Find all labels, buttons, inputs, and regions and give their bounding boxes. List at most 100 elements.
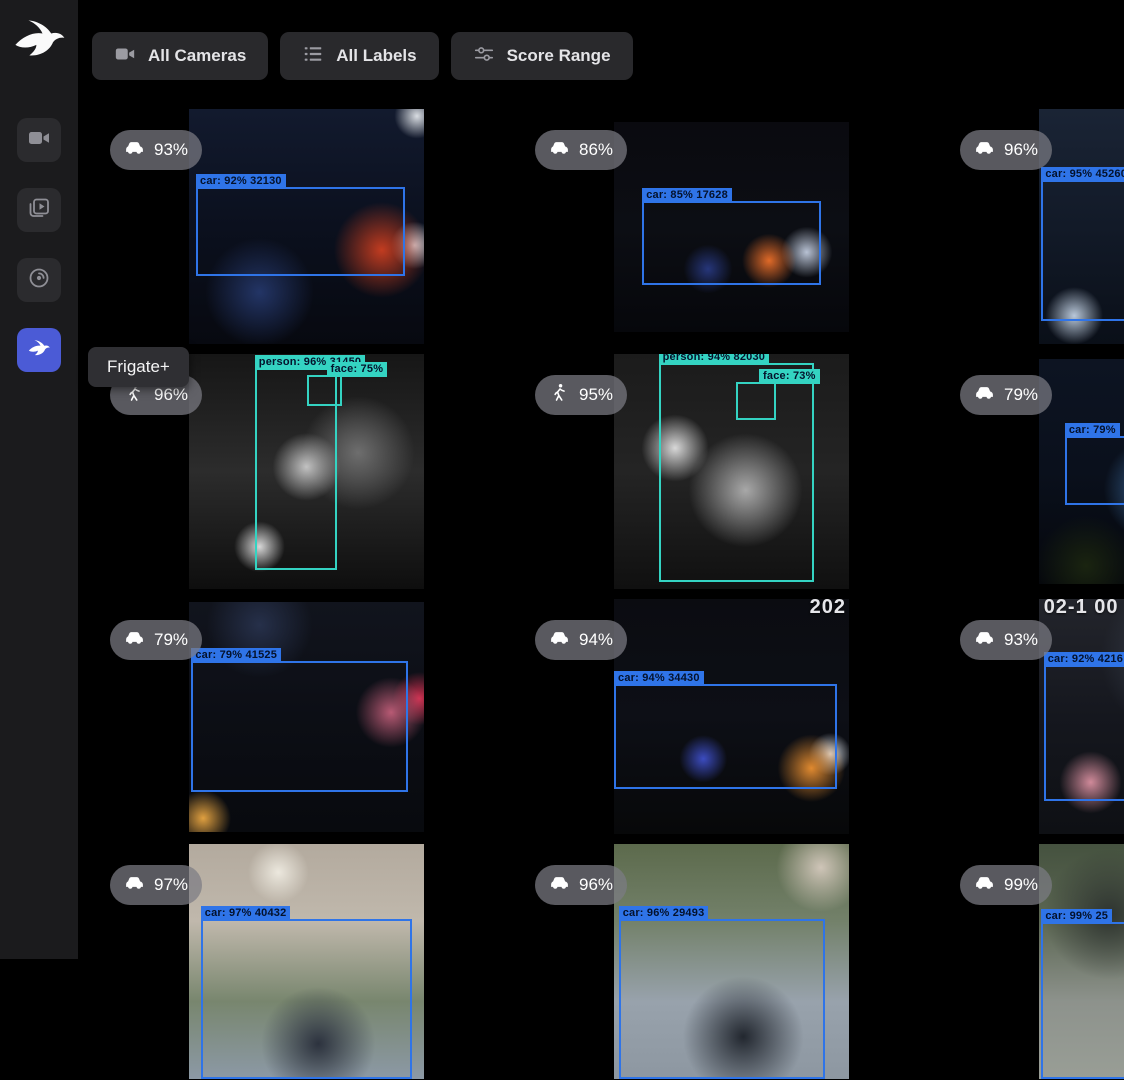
car-icon	[549, 137, 570, 163]
score-badge: 93%	[960, 620, 1052, 660]
detection-thumbnail[interactable]: car: 92% 32130	[189, 109, 424, 344]
car-icon	[974, 137, 995, 163]
score-value: 96%	[154, 385, 188, 405]
detection-card[interactable]: 96% car: 96% 29493	[523, 843, 940, 1080]
bounding-box: car: 95% 45260	[1041, 180, 1124, 321]
sidebar-nav	[17, 118, 61, 372]
detection-thumbnail[interactable]: car: 94% 34430202	[614, 599, 849, 834]
detection-card[interactable]: 97% car: 97% 40432	[98, 843, 515, 1080]
score-range-filter-button[interactable]: Score Range	[451, 32, 633, 80]
person-walking-icon	[549, 382, 570, 408]
bounding-box: car: 96% 29493	[619, 919, 826, 1079]
detection-card[interactable]: 79% car: 79% 41525	[98, 598, 515, 835]
score-badge: 94%	[535, 620, 627, 660]
camera-video-icon	[114, 43, 136, 70]
bounding-box: car: 85% 17628	[642, 201, 821, 285]
bounding-box: face: 75%	[307, 375, 342, 406]
score-badge: 96%	[535, 865, 627, 905]
timestamp-fragment: 02-1 00	[1044, 599, 1119, 619]
score-value: 93%	[1004, 630, 1038, 650]
detection-card[interactable]: 95% person: 94% 82030 face: 73%	[523, 353, 940, 590]
detection-card[interactable]: 96% car: 95% 45260	[948, 108, 1124, 345]
detection-card[interactable]: 94% car: 94% 34430202	[523, 598, 940, 835]
bounding-box: car: 94% 34430	[614, 684, 837, 790]
filter-bar: All Cameras All Labels Score Range	[92, 32, 633, 80]
box-label: car: 85% 17628	[642, 188, 732, 203]
detection-thumbnail[interactable]: car: 79% 41525	[189, 602, 424, 832]
score-badge: 99%	[960, 865, 1052, 905]
sidebar-item-live[interactable]	[17, 118, 61, 162]
score-value: 79%	[154, 630, 188, 650]
box-label: car: 96% 29493	[619, 906, 709, 921]
bounding-box: face: 73%	[736, 382, 776, 420]
all-cameras-filter-button[interactable]: All Cameras	[92, 32, 268, 80]
detection-card[interactable]: 93% car: 92% 4216 02-1 00	[948, 598, 1124, 835]
explore-icon	[27, 266, 51, 295]
detection-thumbnail[interactable]: car: 96% 29493	[614, 844, 849, 1079]
bounding-box: car: 79%	[1065, 436, 1124, 506]
detection-thumbnail[interactable]: car: 92% 4216 02-1 00	[1039, 599, 1124, 834]
car-icon	[974, 382, 995, 408]
box-label: car: 99% 25	[1041, 909, 1112, 924]
car-icon	[549, 872, 570, 898]
all-cameras-label: All Cameras	[148, 46, 246, 66]
bounding-box: car: 79% 41525	[191, 661, 407, 792]
all-labels-filter-button[interactable]: All Labels	[280, 32, 438, 80]
box-label: car: 79%	[1065, 423, 1120, 438]
car-icon	[124, 627, 145, 653]
score-value: 93%	[154, 140, 188, 160]
box-label: car: 94% 34430	[614, 671, 704, 686]
bounding-box: car: 99% 25	[1041, 922, 1124, 1079]
box-label: car: 92% 4216	[1044, 652, 1124, 667]
score-badge: 79%	[960, 375, 1052, 415]
detection-card[interactable]: 86% car: 85% 17628	[523, 108, 940, 345]
box-label: face: 75%	[327, 362, 388, 377]
score-badge: 93%	[110, 130, 202, 170]
box-label: person: 94% 82030	[659, 354, 769, 365]
detection-card[interactable]: 99% car: 99% 25	[948, 843, 1124, 1080]
detection-thumbnail[interactable]: car: 97% 40432	[189, 844, 424, 1079]
score-value: 99%	[1004, 875, 1038, 895]
box-label: car: 79% 41525	[191, 648, 281, 663]
score-badge: 79%	[110, 620, 202, 660]
score-value: 94%	[579, 630, 613, 650]
sidebar	[0, 0, 80, 959]
detection-card[interactable]: 96% person: 96% 31450face: 75%	[98, 353, 515, 590]
score-badge: 97%	[110, 865, 202, 905]
box-label: face: 73%	[759, 369, 820, 384]
score-badge: 96%	[960, 130, 1052, 170]
score-value: 96%	[579, 875, 613, 895]
score-value: 86%	[579, 140, 613, 160]
score-value: 79%	[1004, 385, 1038, 405]
score-range-label: Score Range	[507, 46, 611, 66]
car-icon	[124, 872, 145, 898]
detection-thumbnail[interactable]: car: 85% 17628	[614, 122, 849, 332]
detection-card[interactable]: 79% car: 79%	[948, 353, 1124, 590]
car-icon	[974, 872, 995, 898]
sidebar-item-review[interactable]	[17, 188, 61, 232]
detection-card[interactable]: 93% car: 92% 32130	[98, 108, 515, 345]
detections-grid: 93% car: 92% 32130 86% car: 85% 17628 96…	[98, 108, 1124, 1080]
camera-video-icon	[27, 126, 51, 155]
detection-thumbnail[interactable]: car: 95% 45260	[1039, 109, 1124, 344]
sidebar-item-explore[interactable]	[17, 258, 61, 302]
tooltip-text: Frigate+	[107, 357, 170, 376]
car-icon	[974, 627, 995, 653]
box-label: car: 95% 45260	[1041, 167, 1124, 182]
bounding-box: car: 97% 40432	[201, 919, 413, 1079]
detection-thumbnail[interactable]: car: 99% 25	[1039, 844, 1124, 1079]
sidebar-item-frigate-plus[interactable]	[17, 328, 61, 372]
box-label: car: 92% 32130	[196, 174, 286, 189]
score-badge: 86%	[535, 130, 627, 170]
score-value: 96%	[1004, 140, 1038, 160]
box-label: car: 97% 40432	[201, 906, 291, 921]
review-icon	[27, 196, 51, 225]
bounding-box: car: 92% 32130	[196, 187, 405, 276]
detection-thumbnail[interactable]: person: 94% 82030 face: 73%	[614, 354, 849, 589]
bounding-box: car: 92% 4216	[1044, 665, 1124, 801]
score-value: 95%	[579, 385, 613, 405]
detection-thumbnail[interactable]: person: 96% 31450face: 75%	[189, 354, 424, 589]
score-badge: 95%	[535, 375, 627, 415]
score-value: 97%	[154, 875, 188, 895]
frigate-logo	[11, 16, 67, 66]
